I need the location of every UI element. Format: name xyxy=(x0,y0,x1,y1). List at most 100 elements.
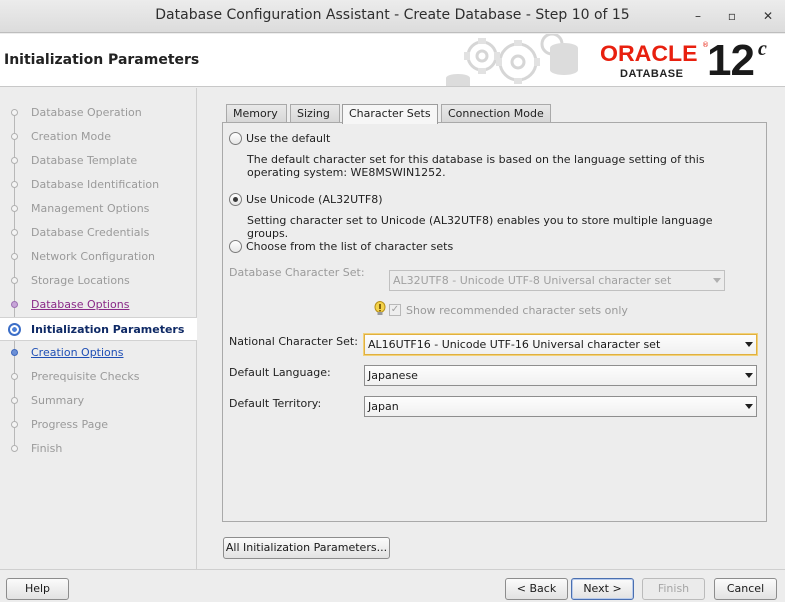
step-label: Management Options xyxy=(31,202,150,215)
choose-from-list-label: Choose from the list of character sets xyxy=(246,240,454,253)
default-language-select[interactable]: Japanese xyxy=(364,365,757,386)
step-item: Summary xyxy=(0,389,197,413)
step-item: Progress Page xyxy=(0,413,197,437)
version-number: 12 xyxy=(707,36,755,85)
step-item: Database Credentials xyxy=(0,221,197,245)
step-item: Storage Locations xyxy=(0,269,197,293)
step-item[interactable]: Initialization Parameters xyxy=(0,317,197,341)
choose-from-list-radio[interactable] xyxy=(229,240,242,253)
step-label: Finish xyxy=(31,442,63,455)
step-label: Database Template xyxy=(31,154,138,167)
step-marker-icon xyxy=(11,349,18,356)
step-marker-icon xyxy=(11,421,18,428)
version-suffix: c xyxy=(758,38,767,60)
database-charset-label: Database Character Set: xyxy=(229,266,365,279)
character-sets-panel xyxy=(222,122,767,522)
page-title: Initialization Parameters xyxy=(4,52,200,68)
tab-label: Sizing xyxy=(297,107,330,120)
header-banner: Initialization Parameters ORACLE ® DATAB… xyxy=(0,34,785,87)
gears-graphic-icon xyxy=(446,34,578,86)
title-bar: Database Configuration Assistant - Creat… xyxy=(0,0,785,33)
step-item: Creation Mode xyxy=(0,125,197,149)
chevron-down-icon xyxy=(745,404,753,409)
step-marker-icon xyxy=(11,373,18,380)
database-charset-select[interactable]: AL32UTF8 - Unicode UTF-8 Universal chara… xyxy=(389,270,725,291)
step-marker-icon xyxy=(11,229,18,236)
chevron-down-icon xyxy=(713,278,721,283)
step-marker-icon xyxy=(11,133,18,140)
database-logo-text: DATABASE xyxy=(620,68,684,80)
back-button[interactable]: < Back xyxy=(505,578,568,600)
tab-memory[interactable]: Memory xyxy=(226,104,287,123)
step-marker-icon xyxy=(8,323,21,336)
close-icon[interactable]: ✕ xyxy=(758,6,778,26)
use-unicode-description: Setting character set to Unicode (AL32UT… xyxy=(247,214,713,240)
step-marker-icon xyxy=(11,205,18,212)
step-marker-icon xyxy=(11,445,18,452)
step-item: Network Configuration xyxy=(0,245,197,269)
step-label: Database Options xyxy=(31,298,130,311)
chevron-down-icon xyxy=(745,373,753,378)
default-territory-label: Default Territory: xyxy=(229,397,322,410)
step-marker-icon xyxy=(11,109,18,116)
step-marker-icon xyxy=(11,277,18,284)
national-charset-label: National Character Set: xyxy=(229,335,358,348)
step-marker-icon xyxy=(11,397,18,404)
step-label: Database Operation xyxy=(31,106,142,119)
step-label: Database Credentials xyxy=(31,226,150,239)
step-item: Management Options xyxy=(0,197,197,221)
use-unicode-label: Use Unicode (AL32UTF8) xyxy=(246,193,383,206)
step-item: Finish xyxy=(0,437,197,461)
footer-separator xyxy=(0,569,785,570)
oracle-logo: ORACLE xyxy=(600,41,698,66)
step-marker-icon xyxy=(11,301,18,308)
step-label: Summary xyxy=(31,394,85,407)
step-label: Progress Page xyxy=(31,418,109,431)
step-item[interactable]: Creation Options xyxy=(0,341,197,365)
default-territory-select[interactable]: Japan xyxy=(364,396,757,417)
national-charset-select[interactable]: AL16UTF16 - Unicode UTF-16 Universal cha… xyxy=(364,334,757,355)
step-item[interactable]: Database Options xyxy=(0,293,197,317)
default-territory-value: Japan xyxy=(368,400,399,413)
step-navigator: Database Operation Creation Mode Database … xyxy=(0,88,197,569)
step-label: Creation Options xyxy=(31,346,124,359)
step-label: Creation Mode xyxy=(31,130,112,143)
use-default-description: The default character set for this datab… xyxy=(247,153,705,179)
window-title: Database Configuration Assistant - Creat… xyxy=(155,7,630,23)
step-label: Network Configuration xyxy=(31,250,156,263)
step-item: Database Template xyxy=(0,149,197,173)
step-item: Database Operation xyxy=(0,101,197,125)
tab-sizing[interactable]: Sizing xyxy=(290,104,340,123)
tab-character-sets[interactable]: Character Sets xyxy=(342,104,438,124)
all-initialization-parameters-button[interactable]: All Initialization Parameters... xyxy=(223,537,390,559)
use-default-label: Use the default xyxy=(246,132,331,145)
cancel-button[interactable]: Cancel xyxy=(714,578,777,600)
next-button[interactable]: Next > xyxy=(571,578,634,600)
show-recommended-label: Show recommended character sets only xyxy=(406,304,628,317)
tab-label: Memory xyxy=(233,107,278,120)
step-marker-icon xyxy=(11,253,18,260)
step-label: Database Identification xyxy=(31,178,160,191)
tab-label: Character Sets xyxy=(349,107,431,120)
national-charset-value: AL16UTF16 - Unicode UTF-16 Universal cha… xyxy=(368,338,661,351)
tab-connection-mode[interactable]: Connection Mode xyxy=(441,104,551,123)
chevron-down-icon xyxy=(745,342,753,347)
use-unicode-radio[interactable] xyxy=(229,193,242,206)
lightbulb-icon xyxy=(374,301,386,315)
use-default-radio[interactable] xyxy=(229,132,242,145)
help-button[interactable]: Help xyxy=(6,578,69,600)
step-label: Initialization Parameters xyxy=(31,323,185,336)
default-language-label: Default Language: xyxy=(229,366,331,379)
step-marker-icon xyxy=(11,181,18,188)
step-marker-icon xyxy=(11,157,18,164)
step-label: Storage Locations xyxy=(31,274,130,287)
database-charset-value: AL32UTF8 - Unicode UTF-8 Universal chara… xyxy=(393,274,672,287)
step-label: Prerequisite Checks xyxy=(31,370,140,383)
tab-label: Connection Mode xyxy=(448,107,544,120)
finish-button[interactable]: Finish xyxy=(642,578,705,600)
minimize-icon[interactable]: – xyxy=(688,6,708,26)
show-recommended-checkbox[interactable]: ✓ xyxy=(389,304,401,316)
default-language-value: Japanese xyxy=(368,369,418,382)
maximize-icon[interactable]: ▫ xyxy=(722,6,742,26)
step-item: Prerequisite Checks xyxy=(0,365,197,389)
